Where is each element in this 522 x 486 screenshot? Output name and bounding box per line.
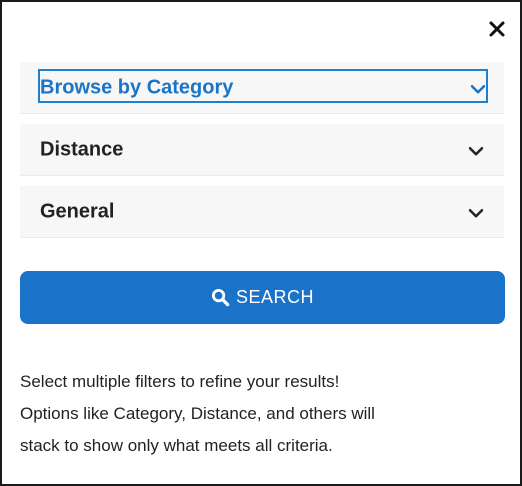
- accordion-label: Distance: [40, 138, 124, 160]
- help-text-line: Options like Category, Distance, and oth…: [20, 404, 375, 423]
- accordion-label: Browse by Category: [40, 76, 234, 98]
- accordion-general[interactable]: General: [20, 186, 504, 238]
- search-button-label: SEARCH: [235, 287, 314, 307]
- filter-panel: Browse by Category Distance General SEAR…: [0, 0, 522, 486]
- search-button[interactable]: SEARCH: [20, 271, 505, 324]
- accordion-distance[interactable]: Distance: [20, 124, 504, 176]
- accordion-label: General: [40, 200, 115, 222]
- accordion-browse-by-category[interactable]: Browse by Category: [20, 62, 504, 114]
- help-text: Select multiple filters to refine your r…: [20, 366, 510, 462]
- close-icon: [488, 20, 506, 43]
- chevron-down-icon: [468, 145, 484, 157]
- chevron-down-icon: [470, 83, 486, 95]
- help-text-line: stack to show only what meets all criter…: [20, 436, 333, 455]
- search-icon: [211, 288, 230, 307]
- close-button[interactable]: [486, 20, 508, 42]
- chevron-down-icon: [468, 207, 484, 219]
- help-text-line: Select multiple filters to refine your r…: [20, 372, 340, 391]
